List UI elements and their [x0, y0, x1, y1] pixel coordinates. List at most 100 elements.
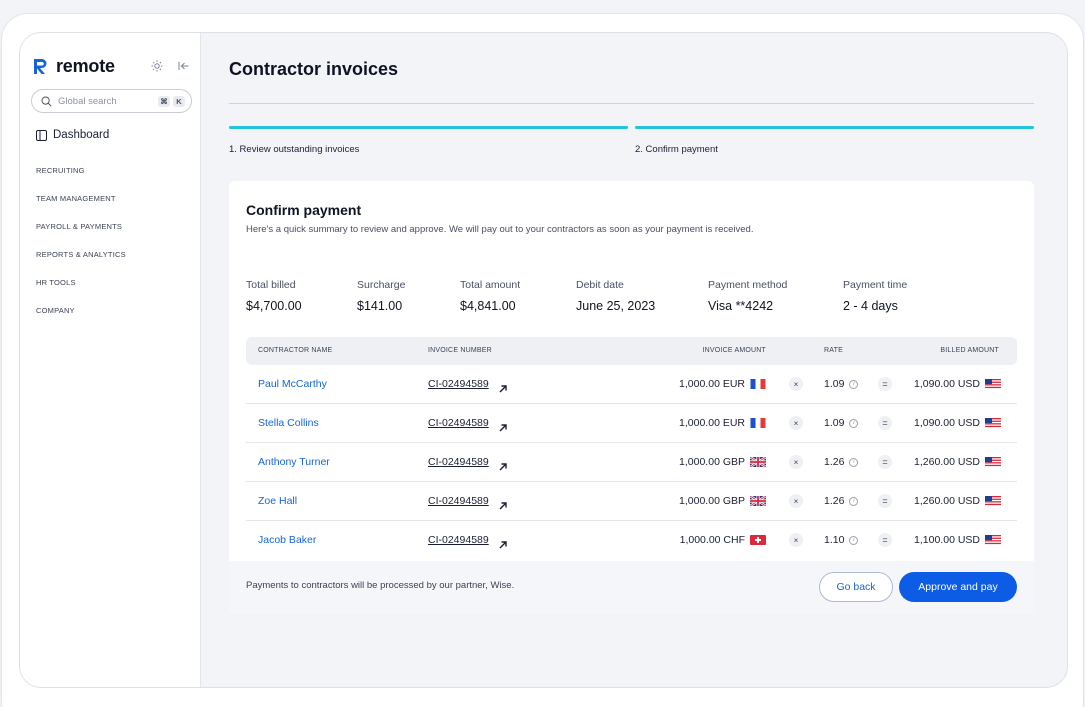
billed-amount-value: 1,090.00 USD	[914, 417, 980, 429]
info-icon[interactable]: i	[849, 496, 859, 506]
exchange-rate: 1.26 i	[824, 495, 859, 507]
invoice-number-link[interactable]: CI-02494589	[428, 378, 489, 390]
equals-icon: =	[878, 455, 892, 469]
billed-amount-value: 1,260.00 USD	[914, 495, 980, 507]
gb-flag-icon	[750, 457, 766, 467]
search-shortcut: ⌘ K	[158, 95, 185, 107]
rate-value: 1.26	[824, 456, 845, 468]
info-icon[interactable]: i	[849, 535, 859, 545]
cmd-key: ⌘	[158, 95, 170, 107]
contractor-name-link[interactable]: Jacob Baker	[258, 534, 316, 546]
table-row: Jacob Baker CI-02494589 1,000.00 CHF × 1.10 i…	[246, 521, 1017, 560]
theme-toggle-icon[interactable]	[150, 59, 164, 73]
sidebar-item-payroll[interactable]: PAYROLL & PAYMENTS	[36, 222, 122, 231]
stat-debit-date: Debit date June 25, 2023	[576, 279, 655, 313]
stat-value: June 25, 2023	[576, 299, 656, 313]
column-header: BILLED AMOUNT	[940, 347, 999, 354]
equals-icon: =	[878, 416, 892, 430]
stat-label: Payment time	[843, 279, 908, 291]
billed-amount-value: 1,260.00 USD	[914, 456, 980, 468]
invoice-amount-value: 1,000.00 EUR	[679, 417, 745, 429]
external-link-icon[interactable]	[499, 419, 507, 437]
equals-icon: =	[878, 377, 892, 391]
billed-amount: 1,260.00 USD	[914, 495, 1001, 507]
billed-amount: 1,090.00 USD	[914, 378, 1001, 390]
info-icon[interactable]: i	[849, 418, 859, 428]
invoice-amount: 1,000.00 CHF	[680, 534, 766, 546]
stat-label: Surcharge	[357, 279, 406, 291]
rate-value: 1.26	[824, 495, 845, 507]
invoice-amount-value: 1,000.00 GBP	[679, 495, 745, 507]
ch-flag-icon	[750, 535, 766, 545]
remote-logo-icon	[34, 59, 47, 74]
invoice-number-link[interactable]: CI-02494589	[428, 456, 489, 468]
exchange-rate: 1.09 i	[824, 417, 859, 429]
go-back-button[interactable]: Go back	[819, 572, 893, 602]
sidebar-item-team-management[interactable]: TEAM MANAGEMENT	[36, 194, 116, 203]
invoice-number-link[interactable]: CI-02494589	[428, 495, 489, 507]
step-2-progress	[635, 126, 1034, 129]
gb-flag-icon	[750, 496, 766, 506]
column-header: INVOICE AMOUNT	[702, 347, 766, 354]
invoice-amount-value: 1,000.00 CHF	[679, 534, 745, 546]
exchange-rate: 1.26 i	[824, 456, 859, 468]
invoice-amount: 1,000.00 EUR	[679, 378, 766, 390]
fr-flag-icon	[750, 379, 766, 389]
contractor-name-link[interactable]: Anthony Turner	[258, 456, 330, 468]
approve-and-pay-button[interactable]: Approve and pay	[899, 572, 1017, 602]
invoice-amount: 1,000.00 GBP	[679, 495, 766, 507]
multiply-icon: ×	[789, 416, 803, 430]
rate-value: 1.09	[824, 378, 845, 390]
invoice-amount: 1,000.00 EUR	[679, 417, 766, 429]
step-2-label[interactable]: 2. Confirm payment	[635, 144, 718, 155]
contractor-name-link[interactable]: Paul McCarthy	[258, 378, 327, 390]
brand-name: remote	[56, 55, 115, 76]
external-link-icon[interactable]	[499, 380, 507, 398]
multiply-icon: ×	[789, 533, 803, 547]
search-icon	[41, 96, 52, 107]
contractor-name-link[interactable]: Zoe Hall	[258, 495, 297, 507]
brand-row: remote	[34, 55, 190, 77]
table-row: Zoe Hall CI-02494589 1,000.00 GBP × 1.26 i = 1,…	[246, 482, 1017, 521]
external-link-icon[interactable]	[499, 536, 507, 554]
exchange-rate: 1.09 i	[824, 378, 859, 390]
stat-value: $4,841.00	[460, 299, 516, 313]
stat-payment-method: Payment method Visa **4242	[708, 279, 787, 313]
info-icon[interactable]: i	[849, 457, 859, 467]
collapse-sidebar-icon[interactable]	[176, 59, 190, 73]
sidebar-item-company[interactable]: COMPANY	[36, 306, 75, 315]
fr-flag-icon	[750, 418, 766, 428]
billed-amount: 1,260.00 USD	[914, 456, 1001, 468]
us-flag-icon	[985, 379, 1001, 389]
global-search[interactable]: ⌘ K	[31, 89, 192, 113]
step-1-progress	[229, 126, 628, 129]
us-flag-icon	[985, 418, 1001, 428]
billed-amount-value: 1,090.00 USD	[914, 378, 980, 390]
sidebar: remote ⌘ K	[20, 33, 201, 687]
external-link-icon[interactable]	[499, 458, 507, 476]
billed-amount: 1,090.00 USD	[914, 417, 1001, 429]
sidebar-item-reports[interactable]: REPORTS & ANALYTICS	[36, 250, 126, 259]
stat-value: $4,700.00	[246, 299, 302, 313]
equals-icon: =	[878, 494, 892, 508]
invoice-number-link[interactable]: CI-02494589	[428, 534, 489, 546]
multiply-icon: ×	[789, 494, 803, 508]
sidebar-item-recruiting[interactable]: RECRUITING	[36, 166, 85, 175]
sidebar-item-hr-tools[interactable]: HR TOOLS	[36, 278, 76, 287]
us-flag-icon	[985, 535, 1001, 545]
stat-total-amount: Total amount $4,841.00	[460, 279, 520, 313]
us-flag-icon	[985, 457, 1001, 467]
invoice-number-link[interactable]: CI-02494589	[428, 417, 489, 429]
main-content: Contractor invoices 1. Review outstandin…	[201, 33, 1067, 687]
equals-icon: =	[878, 533, 892, 547]
confirm-payment-card: Confirm payment Here's a quick summary t…	[229, 181, 1034, 614]
sidebar-item-dashboard[interactable]: Dashboard	[36, 129, 109, 141]
dashboard-icon	[36, 129, 47, 141]
contractor-name-link[interactable]: Stella Collins	[258, 417, 319, 429]
stat-value: Visa **4242	[708, 299, 774, 313]
info-icon[interactable]: i	[849, 379, 859, 389]
rate-value: 1.10	[824, 534, 845, 546]
step-1-label[interactable]: 1. Review outstanding invoices	[229, 144, 359, 155]
external-link-icon[interactable]	[499, 497, 507, 515]
search-input[interactable]	[58, 95, 148, 107]
